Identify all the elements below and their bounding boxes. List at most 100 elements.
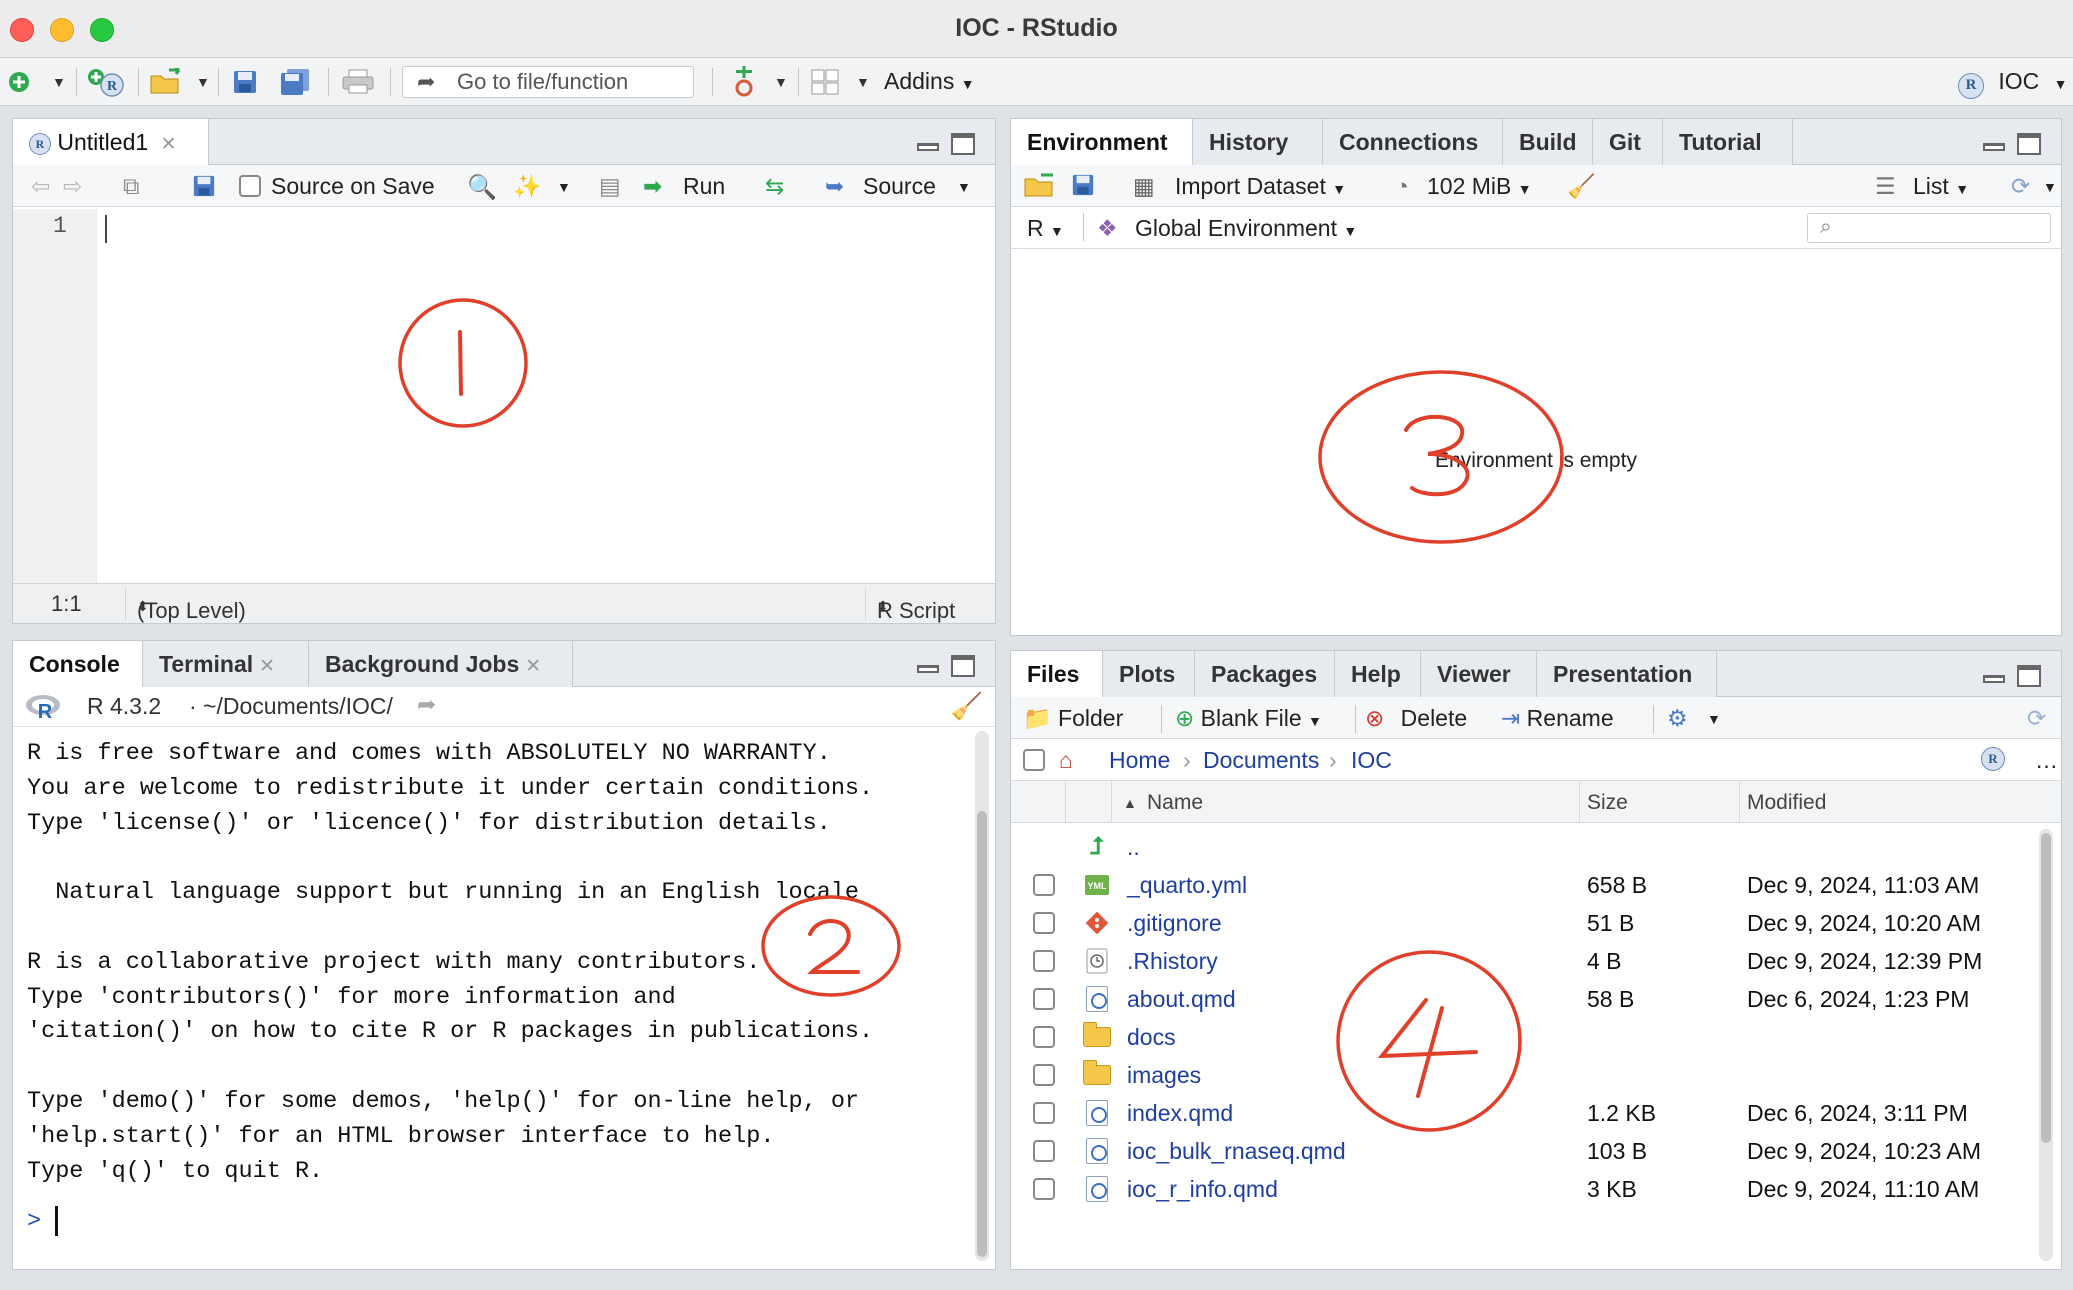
file-name-link[interactable]: images xyxy=(1127,1062,1201,1089)
tab-build[interactable]: Build xyxy=(1503,119,1593,165)
tab-plots[interactable]: Plots xyxy=(1103,651,1195,697)
files-scrollbar[interactable] xyxy=(2039,829,2053,1261)
tab-git[interactable]: Git xyxy=(1593,119,1663,165)
file-checkbox[interactable] xyxy=(1033,1102,1055,1124)
pane-layout-dropdown-icon[interactable]: ▼ xyxy=(856,74,870,90)
minimize-environment-icon[interactable] xyxy=(1983,143,2005,151)
column-name[interactable]: Name xyxy=(1147,791,1203,815)
go-to-file-input[interactable]: ➦ Go to file/function xyxy=(402,66,694,98)
refresh-environment-icon[interactable]: ⟳ xyxy=(2011,173,2030,200)
file-name-link[interactable]: ioc_bulk_rnaseq.qmd xyxy=(1127,1138,1346,1165)
view-mode-button[interactable]: List ▼ xyxy=(1913,173,1969,200)
source-on-save-checkbox[interactable] xyxy=(239,175,261,197)
file-checkbox[interactable] xyxy=(1033,874,1055,896)
forward-icon[interactable]: ⇨ xyxy=(63,173,82,200)
select-all-checkbox[interactable] xyxy=(1023,749,1045,771)
breadcrumb-home[interactable]: Home xyxy=(1109,747,1170,774)
column-size[interactable]: Size xyxy=(1587,791,1628,815)
tab-help[interactable]: Help xyxy=(1335,651,1421,697)
new-file-icon[interactable] xyxy=(4,68,34,96)
vcs-dropdown-icon[interactable]: ▼ xyxy=(774,74,788,90)
memory-usage-button[interactable]: 102 MiB ▼ xyxy=(1427,173,1532,200)
tab-files[interactable]: Files xyxy=(1011,651,1103,698)
file-checkbox[interactable] xyxy=(1033,988,1055,1010)
breadcrumb-ioc[interactable]: IOC xyxy=(1351,747,1392,774)
parent-directory-row[interactable]: ⮥.. xyxy=(1011,831,2027,865)
close-tab-icon[interactable]: ✕ xyxy=(161,134,177,155)
file-row[interactable]: docs xyxy=(1011,1021,2027,1055)
column-modified[interactable]: Modified xyxy=(1747,791,1826,815)
project-menu[interactable]: R IOC ▼ xyxy=(1958,68,2068,99)
new-folder-button[interactable]: 📁 Folder xyxy=(1023,705,1123,732)
more-options-icon[interactable]: … xyxy=(2035,747,2058,774)
file-row[interactable]: about.qmd 58 B Dec 6, 2024, 1:23 PM xyxy=(1011,983,2027,1017)
file-name-link[interactable]: ioc_r_info.qmd xyxy=(1127,1176,1278,1203)
file-checkbox[interactable] xyxy=(1033,1140,1055,1162)
open-file-dropdown-icon[interactable]: ▼ xyxy=(196,74,210,90)
tab-terminal[interactable]: Terminal ✕ xyxy=(143,641,309,687)
tab-untitled1[interactable]: R Untitled1 ✕ xyxy=(13,119,209,166)
maximize-pane-icon[interactable] xyxy=(951,133,975,155)
close-background-jobs-icon[interactable]: ✕ xyxy=(525,656,541,677)
file-row[interactable]: YML _quarto.yml 658 B Dec 9, 2024, 11:03 AM xyxy=(1011,869,2027,903)
tab-viewer[interactable]: Viewer xyxy=(1421,651,1537,697)
source-file-icon[interactable]: ➥ xyxy=(825,173,844,200)
refresh-files-icon[interactable]: ⟳ xyxy=(2027,705,2046,732)
tab-packages[interactable]: Packages xyxy=(1195,651,1335,697)
import-dataset-button[interactable]: Import Dataset ▼ xyxy=(1175,173,1346,200)
console-prompt-line[interactable]: > xyxy=(27,1205,959,1240)
file-name-link[interactable]: docs xyxy=(1127,1024,1176,1051)
files-scroll-thumb[interactable] xyxy=(2041,833,2051,1143)
code-tools-icon[interactable]: ✨ xyxy=(513,173,542,200)
pane-layout-icon[interactable] xyxy=(810,68,840,96)
parent-directory-link[interactable]: .. xyxy=(1127,834,1140,861)
file-checkbox[interactable] xyxy=(1033,1064,1055,1086)
file-row[interactable]: ioc_bulk_rnaseq.qmd 103 B Dec 9, 2024, 10:… xyxy=(1011,1135,2027,1169)
file-checkbox[interactable] xyxy=(1033,950,1055,972)
tab-connections[interactable]: Connections xyxy=(1323,119,1503,165)
source-dropdown-icon[interactable]: ▼ xyxy=(957,179,971,195)
load-workspace-icon[interactable] xyxy=(1023,171,1061,205)
file-row[interactable]: .Rhistory 4 B Dec 9, 2024, 12:39 PM xyxy=(1011,945,2027,979)
breadcrumb-documents[interactable]: Documents xyxy=(1203,747,1319,774)
rename-button[interactable]: ⇥ Rename xyxy=(1501,705,1614,732)
home-icon[interactable]: ⌂ xyxy=(1059,747,1073,774)
close-terminal-icon[interactable]: ✕ xyxy=(259,656,275,677)
minimize-console-icon[interactable] xyxy=(917,665,939,673)
go-to-project-icon[interactable]: R xyxy=(1981,747,2005,771)
file-row[interactable]: ioc_r_info.qmd 3 KB Dec 9, 2024, 11:10 AM xyxy=(1011,1173,2027,1207)
go-to-directory-icon[interactable]: ➦ xyxy=(417,691,436,718)
tab-environment[interactable]: Environment xyxy=(1011,119,1193,166)
save-workspace-icon[interactable] xyxy=(1071,173,1095,203)
minimize-files-icon[interactable] xyxy=(1983,675,2005,683)
show-in-window-icon[interactable]: ⧉ xyxy=(123,173,139,200)
save-all-icon[interactable] xyxy=(278,68,312,96)
vcs-icon[interactable] xyxy=(730,66,758,98)
more-settings-dropdown-icon[interactable]: ▼ xyxy=(1707,711,1721,727)
console-scroll-thumb[interactable] xyxy=(977,811,987,1257)
back-icon[interactable]: ⇦ xyxy=(31,173,50,200)
tab-history[interactable]: History xyxy=(1193,119,1323,165)
file-name-link[interactable]: index.qmd xyxy=(1127,1100,1233,1127)
file-row[interactable]: images xyxy=(1011,1059,2027,1093)
environment-scope-selector[interactable]: Global Environment ▼ xyxy=(1135,215,1357,242)
compile-report-icon[interactable]: ▤ xyxy=(599,173,621,200)
file-checkbox[interactable] xyxy=(1033,1026,1055,1048)
tab-background-jobs[interactable]: Background Jobs ✕ xyxy=(309,641,573,687)
code-editor[interactable]: 1 xyxy=(13,209,995,583)
more-settings-gear-icon[interactable]: ⚙ xyxy=(1667,705,1688,732)
file-name-link[interactable]: _quarto.yml xyxy=(1127,872,1247,899)
source-button[interactable]: Source xyxy=(863,173,936,200)
save-icon[interactable] xyxy=(230,68,260,96)
maximize-console-icon[interactable] xyxy=(951,655,975,677)
language-selector[interactable]: R ▼ xyxy=(1027,215,1064,242)
file-name-link[interactable]: .gitignore xyxy=(1127,910,1222,937)
console-scrollbar[interactable] xyxy=(975,731,989,1261)
clear-console-icon[interactable]: 🧹 xyxy=(951,691,983,722)
file-row[interactable]: index.qmd 1.2 KB Dec 6, 2024, 3:11 PM xyxy=(1011,1097,2027,1131)
file-row[interactable]: .gitignore 51 B Dec 9, 2024, 10:20 AM xyxy=(1011,907,2027,941)
save-source-icon[interactable] xyxy=(191,173,217,199)
delete-button[interactable]: ⊗ Delete xyxy=(1365,705,1467,732)
file-name-link[interactable]: about.qmd xyxy=(1127,986,1236,1013)
clear-workspace-icon[interactable]: 🧹 xyxy=(1567,173,1596,200)
